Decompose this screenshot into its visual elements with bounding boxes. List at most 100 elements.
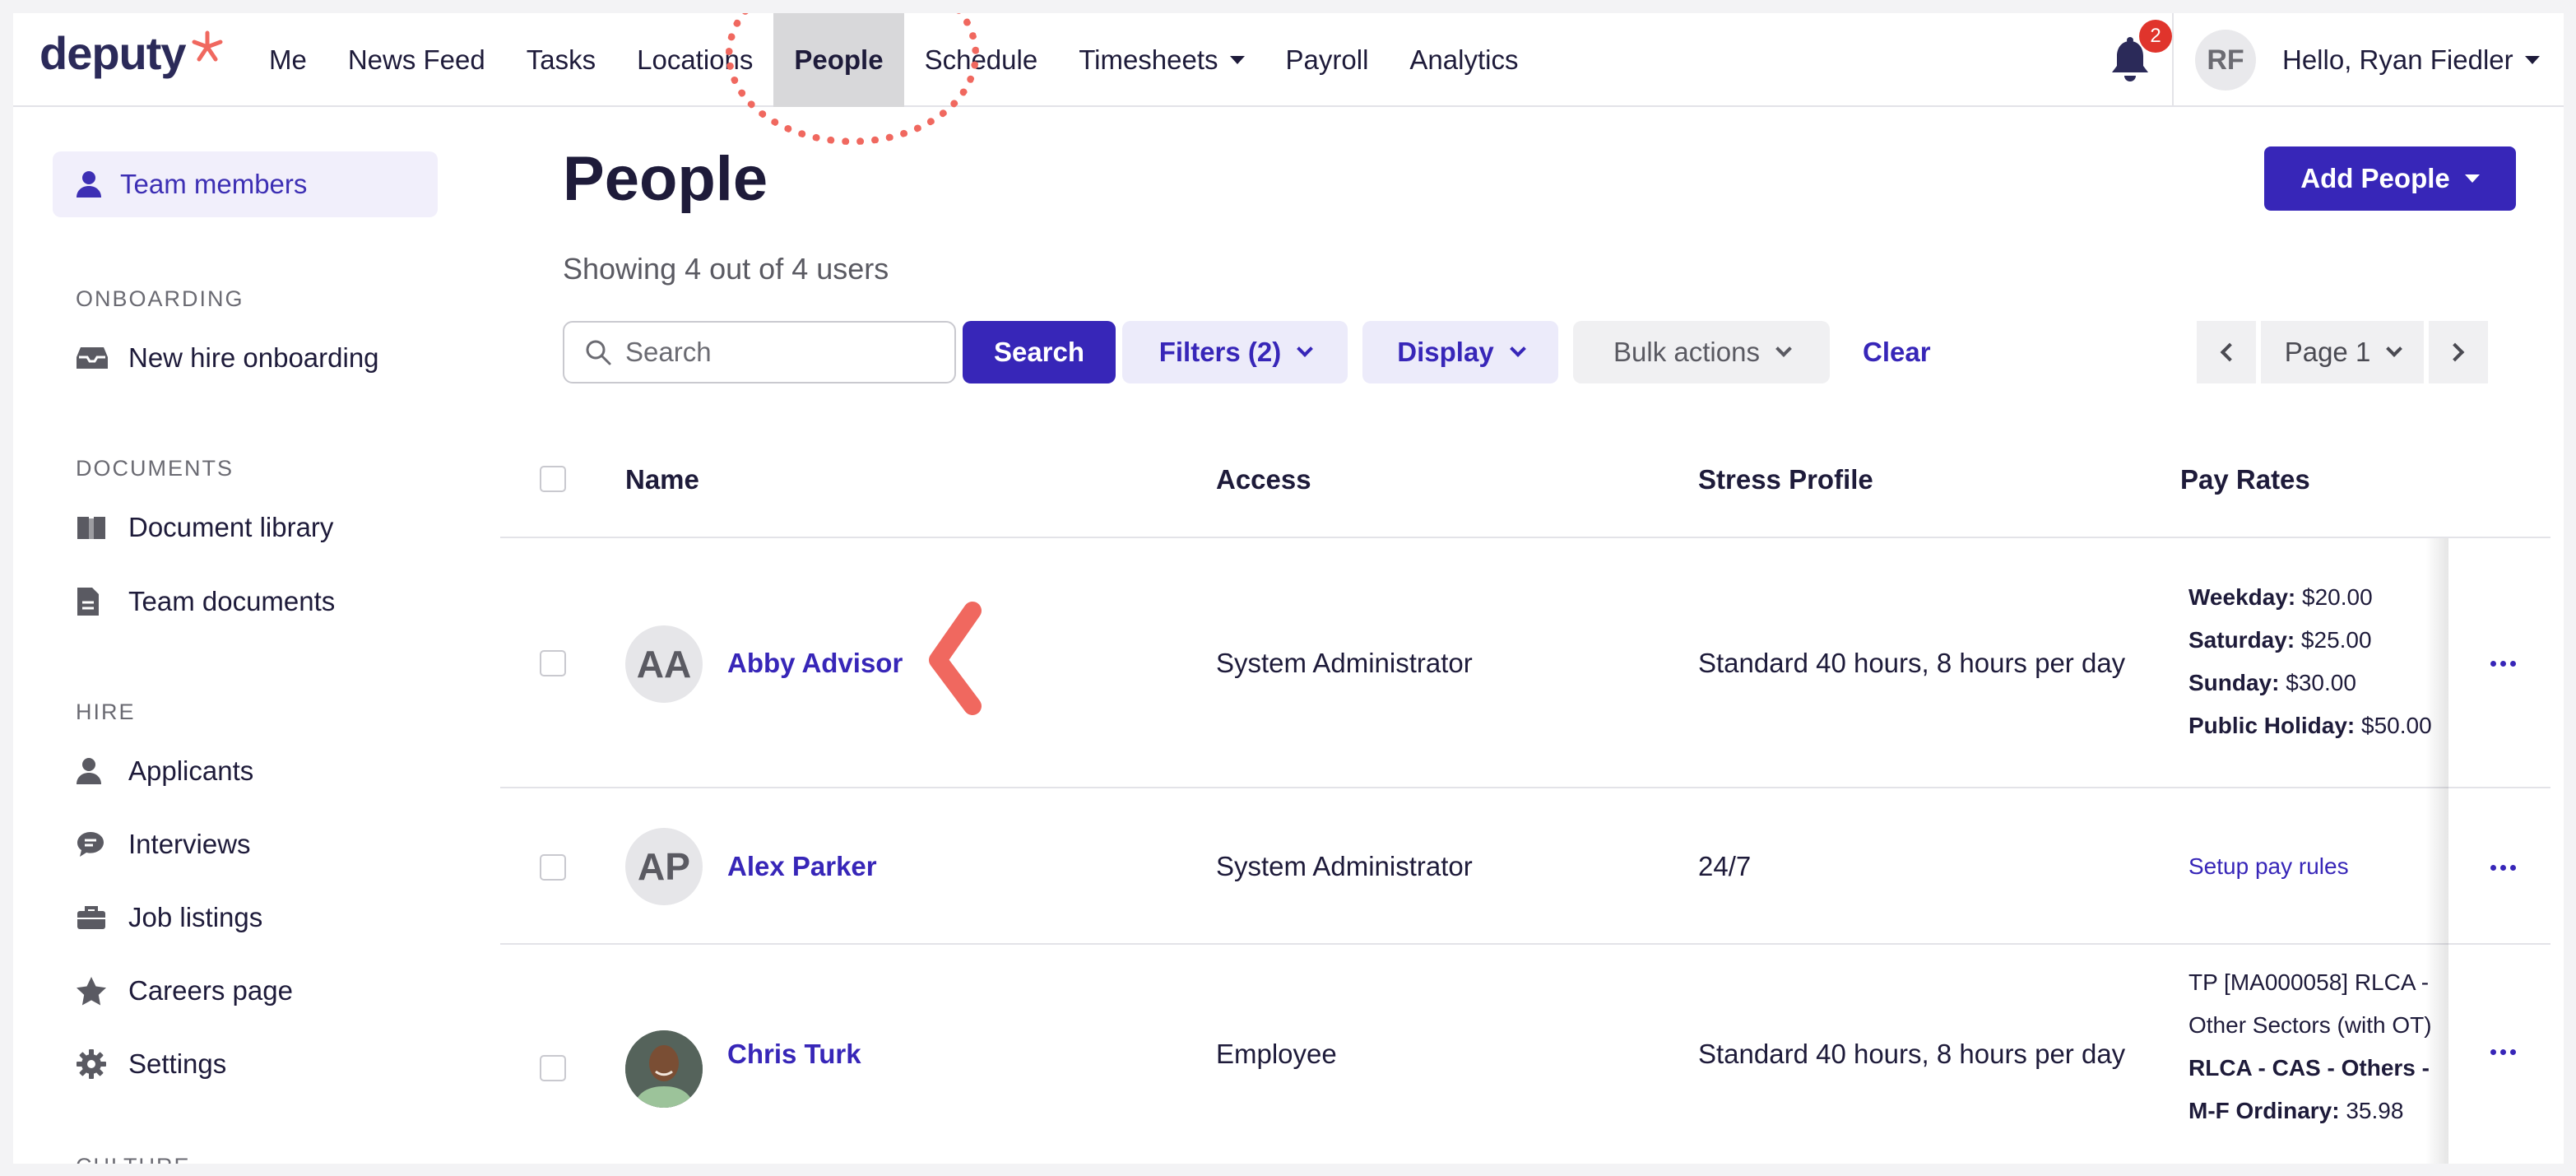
user-menu[interactable]: Hello, Ryan Fiedler [2282, 13, 2540, 107]
avatar-photo [625, 1030, 703, 1108]
filters-button[interactable]: Filters (2) [1122, 321, 1348, 383]
table-row: AA Abby Advisor System Administrator Sta… [500, 538, 2550, 788]
pay-rate-line: M-F Ordinary: 35.98 [2188, 1098, 2404, 1123]
row-checkbox[interactable] [540, 1055, 566, 1081]
prev-page-button[interactable] [2197, 321, 2256, 383]
person-name-link[interactable]: Alex Parker [727, 788, 877, 945]
user-avatar[interactable]: RF [2195, 30, 2256, 91]
sidebar-item-settings[interactable]: Settings [76, 1048, 226, 1080]
book-icon [77, 517, 105, 539]
section-heading-onboarding: ONBOARDING [76, 286, 244, 311]
main-menu: Me News Feed Tasks Locations People Sche… [248, 13, 1539, 107]
pay-rate-line: Public Holiday: $50.00 [2188, 713, 2432, 738]
pagination: Page 1 [2197, 321, 2488, 383]
row-checkbox[interactable] [540, 854, 566, 881]
avatar: AP [625, 828, 703, 905]
setup-pay-rules-link[interactable]: Setup pay rules [2188, 788, 2349, 945]
row-checkbox[interactable] [540, 650, 566, 676]
page-select[interactable]: Page 1 [2261, 321, 2424, 383]
sidebar-item-label: Team documents [128, 586, 336, 616]
sidebar-item-label: Applicants [128, 755, 254, 786]
nav-tasks[interactable]: Tasks [506, 13, 616, 107]
sidebar-item-label: New hire onboarding [128, 342, 379, 373]
nav-payroll[interactable]: Payroll [1265, 13, 1390, 107]
pay-rate-line: Sunday: $30.00 [2188, 670, 2356, 695]
person-name-link[interactable]: Chris Turk [727, 945, 861, 1164]
chevron-down-icon [1297, 341, 1314, 357]
more-options-button[interactable] [2481, 851, 2524, 884]
nav-analytics[interactable]: Analytics [1389, 13, 1539, 107]
pay-rate-line: Other Sectors (with OT) [2188, 1012, 2432, 1038]
sidebar-item-job-listings[interactable]: Job listings [76, 902, 262, 933]
inbox-icon [77, 347, 108, 369]
star-icon [77, 977, 106, 1006]
nav-locations[interactable]: Locations [616, 13, 773, 107]
sidebar-item-team-documents[interactable]: Team documents [76, 586, 335, 617]
sidebar-item-careers-page[interactable]: Careers page [76, 975, 293, 1006]
access-value: System Administrator [1216, 648, 1473, 678]
sidebar-item-team-members[interactable]: Team members [53, 151, 438, 217]
sticky-column-shadow [2425, 538, 2448, 1164]
sidebar: Team members ONBOARDING New hire onboard… [13, 107, 479, 1164]
add-people-button[interactable]: Add People [2264, 146, 2516, 211]
next-page-button[interactable] [2429, 321, 2488, 383]
avatar: AA [625, 625, 703, 703]
table-row: AP Alex Parker System Administrator 24/7… [500, 788, 2550, 945]
select-all-checkbox[interactable] [540, 466, 566, 492]
sidebar-item-label: Team members [120, 169, 308, 199]
pay-rates-list: Weekday: $20.00 Saturday: $25.00 Sunday:… [2188, 576, 2448, 747]
table-header: Name Access Stress Profile Pay Rates [500, 421, 2550, 538]
notification-badge: 2 [2139, 20, 2172, 53]
pay-rate-line: Saturday: $25.00 [2188, 627, 2372, 653]
clear-filters-link[interactable]: Clear [1863, 321, 1931, 383]
people-table: Name Access Stress Profile Pay Rates AA … [500, 421, 2564, 1164]
nav-schedule[interactable]: Schedule [904, 13, 1059, 107]
sidebar-item-label: Careers page [128, 975, 293, 1006]
pay-rate-line: TP [MA000058] RLCA - [2188, 969, 2430, 995]
filters-label: Filters (2) [1158, 337, 1282, 367]
stress-profile-value: Standard 40 hours, 8 hours per day [1698, 648, 2126, 678]
nav-news-feed[interactable]: News Feed [327, 13, 506, 107]
column-header-access[interactable]: Access [1216, 421, 1311, 538]
display-label: Display [1397, 337, 1494, 367]
chevron-down-icon [1509, 341, 1526, 357]
access-value: Employee [1216, 1039, 1337, 1069]
search-input[interactable] [625, 337, 938, 368]
bulk-actions-button[interactable]: Bulk actions [1573, 321, 1830, 383]
divider [2172, 13, 2174, 107]
stress-profile-value: Standard 40 hours, 8 hours per day [1698, 1039, 2126, 1069]
sidebar-item-interviews[interactable]: Interviews [76, 829, 251, 860]
page-label: Page 1 [2284, 337, 2371, 367]
search-button[interactable]: Search [963, 321, 1116, 383]
more-options-button[interactable] [2481, 647, 2524, 680]
pay-rate-line: Weekday: $20.00 [2188, 584, 2373, 610]
page-title: People [563, 144, 768, 214]
sidebar-item-applicants[interactable]: Applicants [76, 755, 253, 787]
search-icon [586, 340, 611, 365]
column-header-name[interactable]: Name [625, 421, 699, 538]
display-button[interactable]: Display [1362, 321, 1558, 383]
pay-rates-list: TP [MA000058] RLCA - Other Sectors (with… [2188, 961, 2448, 1132]
nav-me[interactable]: Me [248, 13, 327, 107]
nav-people[interactable]: People [773, 13, 904, 107]
column-header-stress-profile[interactable]: Stress Profile [1698, 421, 1873, 538]
setup-pay-rules-label: Setup pay rules [2188, 853, 2349, 879]
sidebar-item-label: Settings [128, 1048, 227, 1079]
briefcase-icon [77, 906, 105, 929]
column-header-pay-rates[interactable]: Pay Rates [2180, 421, 2310, 538]
search-field[interactable] [563, 321, 956, 383]
deputy-logo[interactable]: deputy [39, 27, 224, 79]
nav-timesheets[interactable]: Timesheets [1058, 13, 1265, 107]
more-options-button[interactable] [2481, 1035, 2524, 1068]
access-value: System Administrator [1216, 851, 1473, 881]
top-navigation: deputy Me News Feed Tasks Locations Peop… [13, 13, 2564, 145]
caret-down-icon [2524, 56, 2540, 64]
person-name-link[interactable]: Abby Advisor [727, 538, 903, 788]
sidebar-item-new-hire-onboarding[interactable]: New hire onboarding [76, 342, 379, 374]
person-photo-icon [625, 1030, 703, 1108]
sidebar-item-document-library[interactable]: Document library [76, 512, 333, 543]
main-content: People Add People Showing 4 out of 4 use… [479, 107, 2564, 1164]
logo-star-icon [192, 30, 223, 62]
person-icon [77, 171, 101, 198]
caret-down-icon [1229, 56, 1245, 64]
